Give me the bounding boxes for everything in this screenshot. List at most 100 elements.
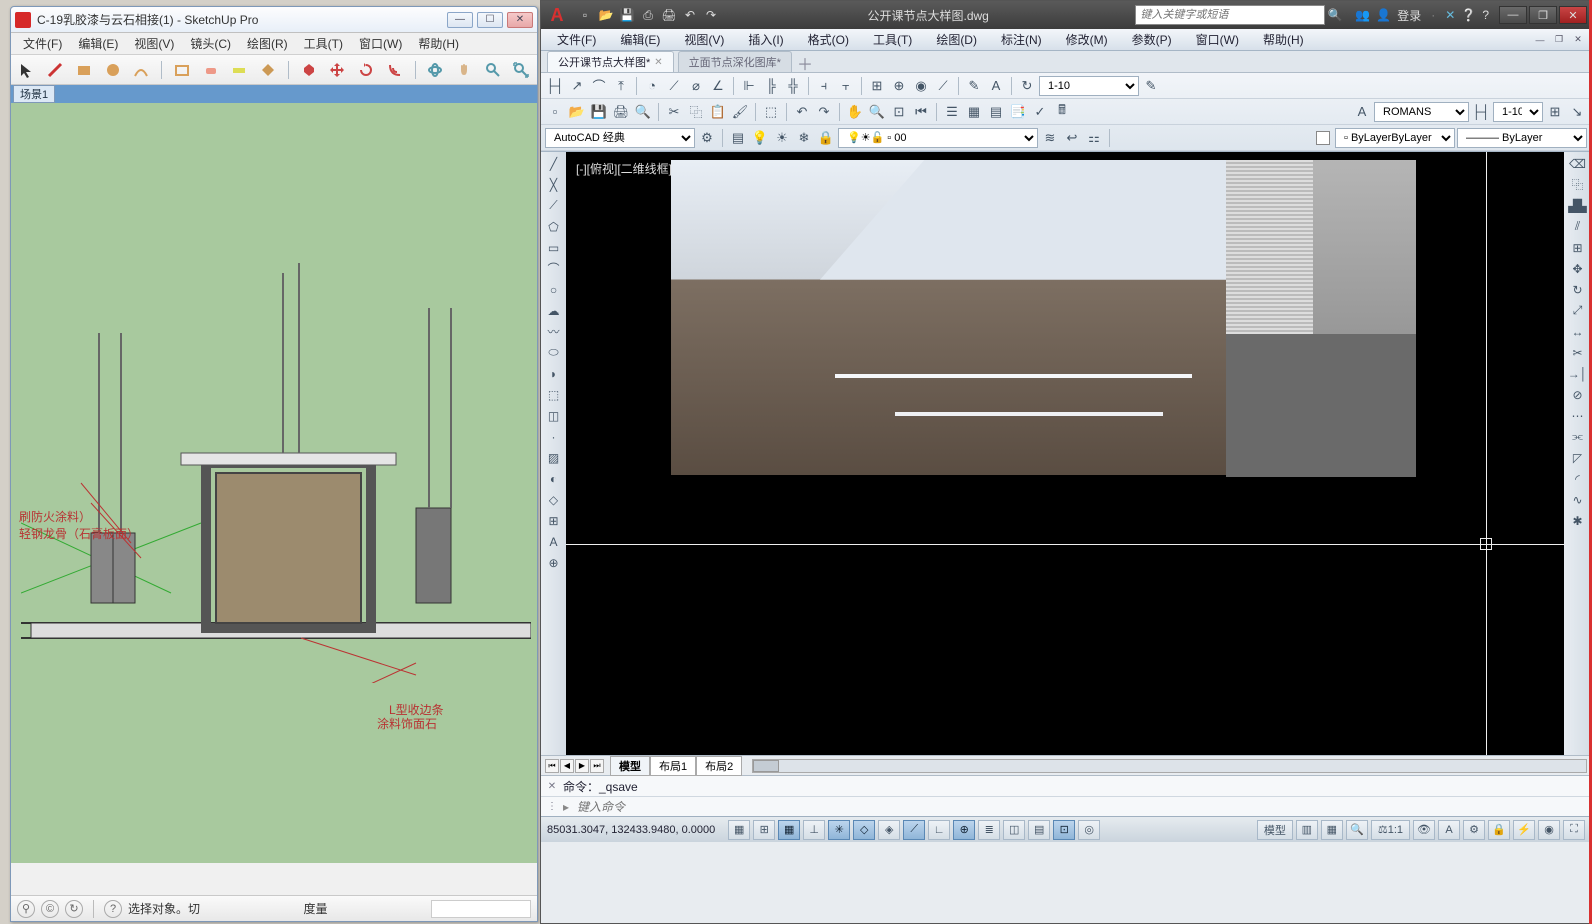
redo-icon[interactable]: ↷ [701,5,721,25]
dim-edit-icon[interactable]: ✎ [964,76,984,96]
paint-tool-icon[interactable] [256,58,280,82]
dim-text-edit-icon[interactable]: A [986,76,1006,96]
tape-tool-icon[interactable] [228,58,252,82]
dim-jogged-icon[interactable]: ⟋ [664,76,684,96]
move-icon[interactable]: ✥ [1568,259,1588,278]
stretch-icon[interactable]: ↔ [1568,322,1588,341]
move-tool-icon[interactable] [326,58,350,82]
annoscale-icon[interactable]: 🔍 [1346,820,1368,840]
quickcalc-icon[interactable]: 🖩 [1052,102,1072,122]
properties-icon[interactable]: ☰ [942,102,962,122]
horizontal-scrollbar[interactable] [752,759,1587,773]
layer-states-icon[interactable]: 💡 [750,128,770,148]
undo-icon[interactable]: ↶ [792,102,812,122]
autocad-app-icon[interactable]: A [545,3,569,27]
tab-first-icon[interactable]: ⏮ [545,759,559,773]
restore-button[interactable]: ❐ [1529,6,1557,24]
osnap-toggle[interactable]: ◇ [853,820,875,840]
sheet-set-icon[interactable]: 📑 [1008,102,1028,122]
otrack-toggle[interactable]: ⟋ [903,820,925,840]
extend-icon[interactable]: →│ [1568,364,1588,383]
doc-tab-inactive[interactable]: 立面节点深化图库* [678,51,792,72]
color-control-icon[interactable] [1313,128,1333,148]
zoom-window-icon[interactable]: ⊡ [889,102,909,122]
region-icon[interactable]: ◇ [544,490,564,509]
pan-tool-icon[interactable] [452,58,476,82]
close-tab-icon[interactable]: ✕ [654,57,662,68]
quickview-drawings-icon[interactable]: ▦ [1321,820,1343,840]
line-tool-icon[interactable] [44,58,68,82]
dimstyle-select[interactable]: 1-10 [1039,76,1139,96]
layer-lock-icon[interactable]: 🔒 [816,128,836,148]
circle-tool-icon[interactable] [101,58,125,82]
tab-last-icon[interactable]: ⏭ [590,759,604,773]
dim-aligned-icon[interactable]: ↗ [567,76,587,96]
coordinates[interactable]: 85031.3047, 132433.9480, 0.0000 [547,824,715,836]
scene-tab-1[interactable]: 场景1 [13,85,55,103]
pushpull-tool-icon[interactable] [297,58,321,82]
copy-obj-icon[interactable]: ⿻ [1568,175,1588,194]
snap-toggle[interactable]: ⊞ [753,820,775,840]
rectangle-tool-icon[interactable] [72,58,96,82]
blend-icon[interactable]: ∿ [1568,490,1588,509]
color-select[interactable]: ▫ ByLayerByLayer [1335,128,1455,148]
autocad-titlebar[interactable]: A ▫ 📂 💾 ⎙ 🖨 ↶ ↷ 公开课节点大样图.dwg 🔍 👥 👤 登录 · … [541,1,1591,29]
viewport-label[interactable]: [-][俯视][二维线框] [576,160,672,177]
exchange-icon[interactable]: ✕ [1445,8,1455,22]
erase-icon[interactable]: ⌫ [1568,154,1588,173]
ortho-toggle[interactable]: ⊥ [803,820,825,840]
pan-icon[interactable]: ✋ [845,102,865,122]
tab-prev-icon[interactable]: ◀ [560,759,574,773]
save-file-icon[interactable]: 💾 [589,102,609,122]
menu-draw[interactable]: 绘图(R) [239,33,296,54]
layer-match-icon[interactable]: ≋ [1040,128,1060,148]
login-link[interactable]: 登录 [1397,7,1421,24]
new-file-icon[interactable]: ▫ [545,102,565,122]
tab-next-icon[interactable]: ▶ [575,759,589,773]
select-tool-icon[interactable] [15,58,39,82]
layer-prop-icon[interactable]: ▤ [728,128,748,148]
menu-help[interactable]: 帮助(H) [1251,29,1316,50]
help-icon[interactable]: ? [1482,8,1489,22]
hardware-accel-icon[interactable]: ⚡ [1513,820,1535,840]
anno-visibility-icon[interactable]: 👁 [1413,820,1435,840]
offset-icon[interactable]: ⫽ [1568,217,1588,236]
sc-toggle[interactable]: ⊡ [1053,820,1075,840]
table-icon[interactable]: ⊞ [544,511,564,530]
measure-field[interactable] [431,900,531,918]
help-icon[interactable]: ? [104,900,122,918]
chamfer-icon[interactable]: ◸ [1568,448,1588,467]
lock-ui-icon[interactable]: 🔒 [1488,820,1510,840]
copy-icon[interactable]: ⿻ [686,102,706,122]
cmdline-close-icon[interactable]: ✕ [545,779,559,793]
insert-block-icon[interactable]: ⬚ [544,385,564,404]
textstyle-select[interactable]: ROMANS [1374,102,1469,122]
menu-insert[interactable]: 插入(I) [736,29,795,50]
designcenter-icon[interactable]: ▦ [964,102,984,122]
dimstyle-select-2[interactable]: 1-10 [1493,102,1543,122]
dimstyle-mgr-icon[interactable]: ✎ [1141,76,1161,96]
inspection-icon[interactable]: ◉ [911,76,931,96]
polygon-icon[interactable]: ⬠ [544,217,564,236]
layer-prev-icon[interactable]: ↩ [1062,128,1082,148]
sketchup-viewport[interactable]: 刷防火涂料） 轻钢龙骨（石膏板面） L型收边条 涂料饰面石 [11,103,537,863]
dyn-toggle[interactable]: ⊕ [953,820,975,840]
credits-icon[interactable]: © [41,900,59,918]
matchprop-icon[interactable]: 🖌 [730,102,750,122]
plot-icon[interactable]: 🖨 [611,102,631,122]
save-icon[interactable]: 💾 [617,5,637,25]
menu-window[interactable]: 窗口(W) [1184,29,1251,50]
zoom-tool-icon[interactable] [481,58,505,82]
zoom-prev-icon[interactable]: ⏮ [911,102,931,122]
sketchup-titlebar[interactable]: C-19乳胶漆与云石相接(1) - SketchUp Pro — ☐ ✕ [11,7,537,33]
isolate-objects-icon[interactable]: ◉ [1538,820,1560,840]
model-viewport[interactable]: [-][俯视][二维线框] [566,152,1564,755]
join-icon[interactable]: ⫘ [1568,427,1588,446]
search-icon[interactable]: 🔍 [1325,5,1345,25]
layer-mgr-icon[interactable]: ⚏ [1084,128,1104,148]
doc-tab-active[interactable]: 公开课节点大样图*✕ [547,51,674,72]
maximize-button[interactable]: ☐ [477,12,503,28]
workspace-switch-icon[interactable]: ⚙ [1463,820,1485,840]
dim-baseline-icon[interactable]: ╠ [761,76,781,96]
new-icon[interactable]: ▫ [575,5,595,25]
